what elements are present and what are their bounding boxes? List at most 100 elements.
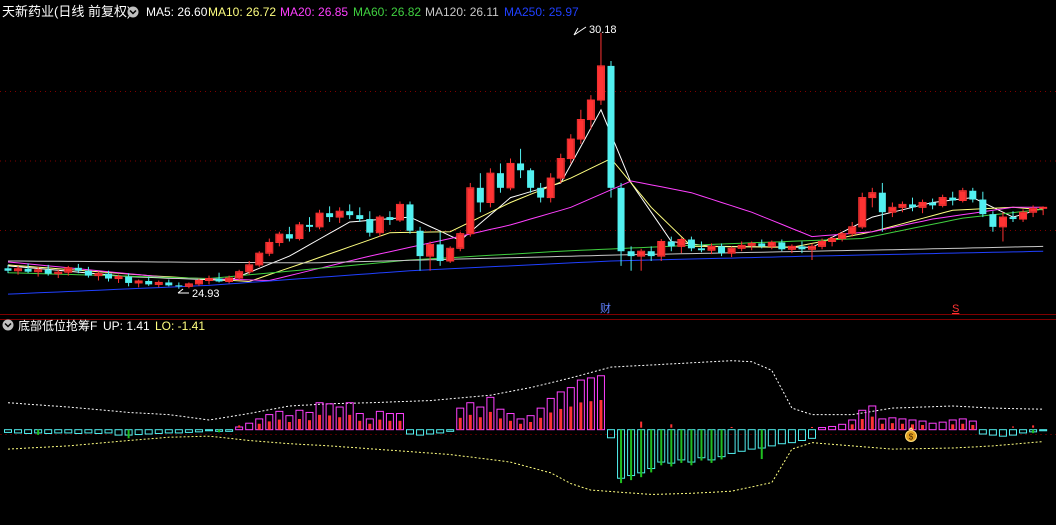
candle bbox=[556, 153, 565, 183]
candle bbox=[466, 182, 475, 237]
candle-body bbox=[326, 213, 334, 218]
candle-fill bbox=[155, 282, 162, 284]
candle-body bbox=[366, 219, 374, 233]
indicator-bar-core bbox=[921, 424, 925, 430]
indicator-bar-core bbox=[348, 414, 352, 430]
candle-body bbox=[24, 268, 32, 272]
candle-fill bbox=[276, 234, 283, 242]
candle-fill bbox=[135, 281, 142, 283]
candle-fill bbox=[226, 278, 233, 281]
indicator-bar-core bbox=[338, 417, 342, 430]
candle-body bbox=[44, 269, 52, 274]
candle-body bbox=[989, 214, 997, 227]
candle-body bbox=[436, 244, 444, 261]
indicator-bar-core bbox=[257, 423, 261, 430]
candle bbox=[858, 192, 867, 229]
indicator-bar-core bbox=[267, 421, 271, 430]
candle-fill bbox=[809, 246, 815, 249]
indicator-up-label: UP: 1.41 bbox=[103, 319, 150, 333]
candle-fill bbox=[939, 198, 946, 205]
chart-title: 天新药业(日线 前复权) bbox=[2, 4, 131, 19]
candle bbox=[395, 201, 404, 222]
candle-fill bbox=[597, 66, 604, 100]
candle-body bbox=[969, 190, 977, 200]
indicator-bar-core bbox=[529, 421, 533, 430]
candle-fill bbox=[999, 217, 1006, 227]
indicator-bar-core bbox=[700, 429, 703, 461]
circle-chevron-down-icon[interactable] bbox=[2, 319, 14, 331]
candle-fill bbox=[1020, 212, 1027, 219]
finance-report-marker[interactable]: 财 bbox=[600, 301, 611, 315]
indicator-bar-core bbox=[328, 415, 332, 430]
candle bbox=[255, 251, 264, 267]
indicator-bar-core bbox=[900, 423, 904, 430]
candle-body bbox=[1009, 217, 1017, 220]
indicator-bar-core bbox=[498, 418, 502, 430]
candle-fill bbox=[859, 198, 866, 227]
candle-body bbox=[496, 173, 504, 188]
candle-fill bbox=[467, 188, 474, 234]
candle-fill bbox=[889, 207, 896, 212]
candle-fill bbox=[487, 173, 494, 202]
indicator-bar-core bbox=[277, 419, 281, 430]
indicator-signal-marker bbox=[1032, 425, 1035, 428]
candle-fill bbox=[266, 242, 273, 253]
candle-body bbox=[667, 241, 675, 247]
circle-chevron-down-icon[interactable] bbox=[127, 6, 139, 18]
ma10-label: MA10: 26.72 bbox=[208, 5, 276, 19]
ma250-label: MA250: 25.97 bbox=[504, 5, 579, 19]
indicator-bar-core bbox=[509, 420, 512, 430]
candle-body bbox=[4, 268, 12, 271]
indicator-bar-core bbox=[127, 429, 130, 439]
candle-fill bbox=[206, 279, 212, 280]
candle-fill bbox=[246, 265, 253, 272]
indicator-bar-core bbox=[488, 411, 492, 430]
candle-fill bbox=[65, 268, 72, 272]
candle-fill bbox=[869, 193, 876, 198]
indicator-bar-core bbox=[398, 420, 402, 430]
candle bbox=[295, 221, 304, 241]
indicator-bar-core bbox=[37, 429, 40, 435]
candle-fill bbox=[819, 241, 826, 246]
candle-fill bbox=[55, 272, 62, 274]
indicator-bar-core bbox=[358, 420, 362, 430]
candle-body bbox=[778, 242, 786, 250]
signal-s-marker[interactable]: S bbox=[952, 303, 959, 315]
candle-body bbox=[979, 199, 987, 215]
indicator-bar-core bbox=[880, 423, 884, 430]
candle-body bbox=[929, 202, 937, 206]
stock-chart[interactable]: 天新药业(日线 前复权) MA5: 26.60 MA10: 26.72 MA20… bbox=[0, 0, 1056, 522]
indicator-bar-core bbox=[368, 423, 372, 430]
candle-fill bbox=[447, 248, 454, 261]
candle-fill bbox=[959, 191, 966, 201]
indicator-bar-core bbox=[218, 429, 221, 433]
candle-fill bbox=[15, 269, 22, 271]
candle-body bbox=[285, 234, 293, 239]
candle-body bbox=[145, 280, 153, 285]
candle-fill bbox=[788, 246, 795, 249]
candle-body bbox=[517, 163, 525, 171]
indicator-bar-core bbox=[670, 429, 673, 467]
candle-body bbox=[306, 224, 313, 227]
indicator-signal-marker bbox=[238, 425, 241, 428]
candle-body bbox=[537, 187, 545, 198]
candle-fill bbox=[577, 120, 584, 139]
candle-body bbox=[909, 204, 916, 208]
indicator-bar-core bbox=[388, 420, 392, 430]
candle-body bbox=[949, 197, 957, 201]
indicator-bar-core bbox=[951, 424, 955, 430]
candle-fill bbox=[587, 100, 594, 120]
indicator-bar-core bbox=[519, 423, 523, 430]
indicator-title: 底部低位抢筹F bbox=[18, 318, 97, 333]
candle-fill bbox=[748, 243, 755, 245]
candle bbox=[607, 61, 615, 198]
candle-body bbox=[798, 246, 806, 250]
indicator-bar-core bbox=[297, 419, 301, 430]
candle-fill bbox=[236, 272, 243, 278]
indicator-bar-core bbox=[680, 429, 683, 463]
candle-fill bbox=[829, 239, 836, 241]
candle-body bbox=[105, 273, 112, 279]
candle-body bbox=[74, 267, 82, 271]
indicator-signal-marker bbox=[640, 421, 643, 428]
candle-fill bbox=[316, 213, 323, 227]
